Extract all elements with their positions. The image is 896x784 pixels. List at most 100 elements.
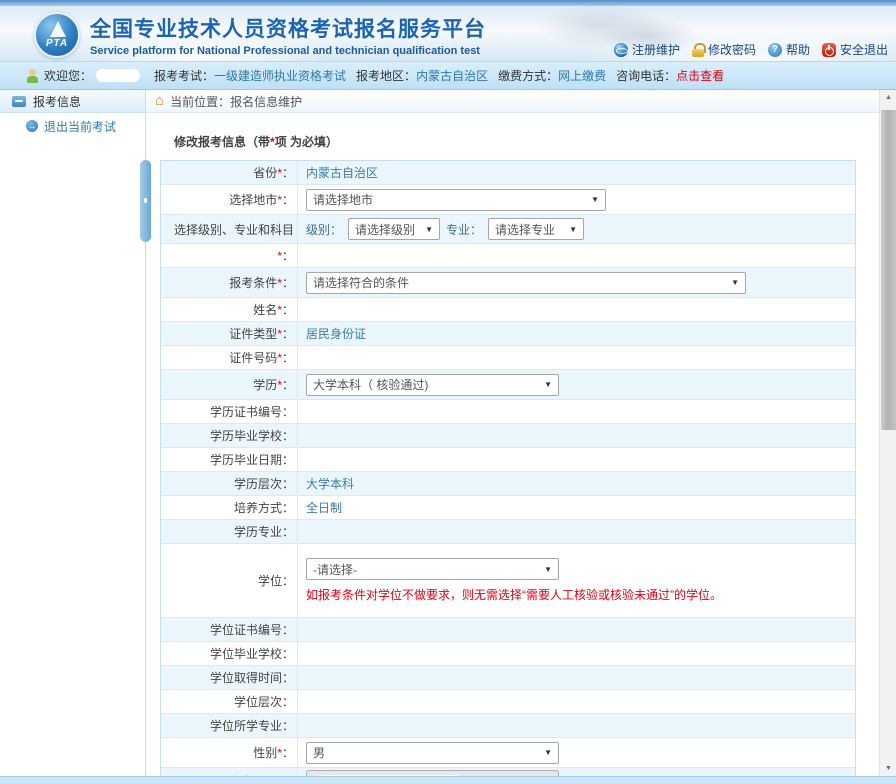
field-value bbox=[298, 618, 855, 641]
field-value: 大学本科 bbox=[298, 472, 855, 495]
chevron-down-icon: ▼ bbox=[544, 565, 552, 574]
sidebar-item-exit-exam[interactable]: → 退出当前考试 bbox=[0, 113, 145, 139]
form-row-birth-date: 出生日期*： bbox=[161, 768, 855, 776]
label-colon: ： bbox=[282, 523, 294, 540]
label-colon: ： bbox=[282, 693, 294, 710]
header-links: 注册维护 修改密码 ? 帮助 安全退出 bbox=[614, 41, 888, 58]
field-label: 省份*： bbox=[161, 161, 298, 184]
view-phone-link[interactable]: 点击查看 bbox=[676, 67, 724, 84]
pay-label: 缴费方式： bbox=[498, 67, 558, 84]
label-text: 学位所学专业 bbox=[210, 717, 282, 734]
label-colon: ： bbox=[282, 499, 294, 516]
field-value: 男▼ bbox=[298, 738, 855, 767]
major-select[interactable]: 请选择专业 ▼ bbox=[488, 218, 584, 240]
link-label: 注册维护 bbox=[632, 41, 680, 58]
vertical-scrollbar[interactable]: ▲ ▼ bbox=[879, 90, 896, 776]
field-label: *： bbox=[161, 244, 298, 267]
help-link[interactable]: ? 帮助 bbox=[768, 41, 810, 58]
redacted-username bbox=[96, 69, 140, 82]
field-label: 出生日期*： bbox=[161, 768, 298, 776]
chevron-down-icon: ▼ bbox=[569, 225, 577, 234]
degree-select[interactable]: -请选择-▼ bbox=[306, 558, 559, 580]
label-colon: ： bbox=[282, 349, 294, 366]
field-label: 学位层次： bbox=[161, 690, 298, 713]
label-text: 性别 bbox=[253, 744, 277, 761]
form-row-degree: 学位：-请选择-▼如报考条件对学位不做要求，则无需选择“需要人工核验或核验未通过… bbox=[161, 544, 855, 618]
sidebar-collapse-handle[interactable] bbox=[140, 160, 151, 242]
field-value bbox=[298, 346, 855, 369]
site-subtitle: Service platform for National Profession… bbox=[90, 45, 486, 57]
field-label: 学历层次： bbox=[161, 472, 298, 495]
welcome-label: 欢迎您： bbox=[44, 67, 92, 84]
field-label: 学位取得时间： bbox=[161, 666, 298, 689]
label-colon: ： bbox=[282, 274, 294, 291]
register-maintain-link[interactable]: 注册维护 bbox=[614, 41, 680, 58]
id-type-value: 居民身份证 bbox=[306, 325, 366, 342]
field-label: 培养方式： bbox=[161, 496, 298, 519]
label-text: 学历专业 bbox=[234, 523, 282, 540]
label-colon: ： bbox=[282, 325, 294, 342]
power-icon bbox=[822, 43, 836, 57]
form-table: 省份*：内蒙古自治区选择地市*：请选择地市▼选择级别、专业和科目级别：请选择级别… bbox=[160, 160, 856, 776]
sidebar-item-label: 退出当前考试 bbox=[44, 118, 116, 135]
label-colon: ： bbox=[282, 475, 294, 492]
field-label: 学位证书编号： bbox=[161, 618, 298, 641]
region-label: 报考地区： bbox=[356, 67, 416, 84]
form-row-edu-grad-date: 学历毕业日期： bbox=[161, 448, 855, 472]
field-label: 学位所学专业： bbox=[161, 714, 298, 737]
selected-value: 请选择专业 bbox=[495, 221, 555, 238]
title-wrap: 全国专业技术人员资格考试报名服务平台 Service platform for … bbox=[90, 13, 486, 57]
scroll-down-arrow[interactable]: ▼ bbox=[880, 761, 896, 776]
form-row-gender: 性别*： 男▼ bbox=[161, 738, 855, 768]
level-select[interactable]: 请选择级别▼ bbox=[348, 218, 440, 240]
education-select[interactable]: 大学本科（ 核验通过)▼ bbox=[306, 374, 559, 396]
globe-icon bbox=[614, 43, 628, 57]
field-label: 学历毕业学校： bbox=[161, 424, 298, 447]
label-text: 学历证书编号 bbox=[210, 403, 282, 420]
breadcrumb: ⌂ 当前位置：报名信息维护 bbox=[146, 90, 879, 113]
label-colon: ： bbox=[282, 572, 294, 589]
chevron-down-icon: ▼ bbox=[731, 278, 739, 287]
label-text: 培养方式 bbox=[234, 499, 282, 516]
label-text: 证件号码 bbox=[229, 349, 277, 366]
label-colon: ： bbox=[282, 451, 294, 468]
label-text: 学历层次 bbox=[234, 475, 282, 492]
field-label: 选择地市*： bbox=[161, 185, 298, 214]
province-value: 内蒙古自治区 bbox=[306, 164, 378, 181]
change-password-link[interactable]: 修改密码 bbox=[692, 41, 756, 58]
scroll-up-arrow[interactable]: ▲ bbox=[880, 90, 896, 105]
scrollbar-thumb[interactable] bbox=[881, 110, 896, 430]
sidebar: 报考信息 → 退出当前考试 bbox=[0, 90, 146, 776]
field-label: 选择级别、专业和科目 bbox=[161, 215, 298, 243]
field-label: 性别*： bbox=[161, 738, 298, 767]
label-text: 证件类型 bbox=[229, 325, 277, 342]
form-row-province: 省份*： 内蒙古自治区 bbox=[161, 161, 855, 185]
form-row-degree-date: 学位取得时间： bbox=[161, 666, 855, 690]
main-panel: ⌂ 当前位置：报名信息维护 修改报考信息（带*项 为必填） 省份*：内蒙古自治区… bbox=[146, 90, 879, 776]
field-value bbox=[298, 400, 855, 423]
form-row-name: 姓名*： bbox=[161, 298, 855, 322]
field-label: 证件类型*： bbox=[161, 322, 298, 345]
field-label: 学位毕业学校： bbox=[161, 642, 298, 665]
city-select[interactable]: 请选择地市▼ bbox=[306, 189, 606, 211]
apply-condition-select[interactable]: 请选择符合的条件▼ bbox=[306, 272, 746, 294]
form-row-degree-cert-no: 学位证书编号： bbox=[161, 618, 855, 642]
gender-select[interactable]: 男▼ bbox=[306, 742, 559, 764]
label-text: 学位毕业学校 bbox=[210, 645, 282, 662]
label-text: 学历毕业学校 bbox=[210, 427, 282, 444]
safe-logout-link[interactable]: 安全退出 bbox=[822, 41, 888, 58]
field-value: 请选择符合的条件▼ bbox=[298, 268, 855, 297]
question-icon: ? bbox=[768, 43, 782, 57]
selected-value: 请选择地市 bbox=[313, 191, 373, 208]
form-row-degree-level: 学位层次： bbox=[161, 690, 855, 714]
field-value: 请选择地市▼ bbox=[298, 185, 855, 214]
field-value bbox=[298, 298, 855, 321]
training-mode-value: 全日制 bbox=[306, 499, 342, 516]
link-label: 修改密码 bbox=[708, 41, 756, 58]
label-colon: ： bbox=[282, 717, 294, 734]
degree-note: 如报考条件对学位不做要求，则无需选择“需要人工核验或核验未通过”的学位。 bbox=[306, 586, 722, 603]
label-colon: ： bbox=[282, 669, 294, 686]
label-text: 省份 bbox=[253, 164, 277, 181]
field-value bbox=[298, 448, 855, 471]
field-value: -请选择-▼ 如报考条件对学位不做要求，则无需选择“需要人工核验或核验未通过”的学… bbox=[298, 544, 855, 617]
